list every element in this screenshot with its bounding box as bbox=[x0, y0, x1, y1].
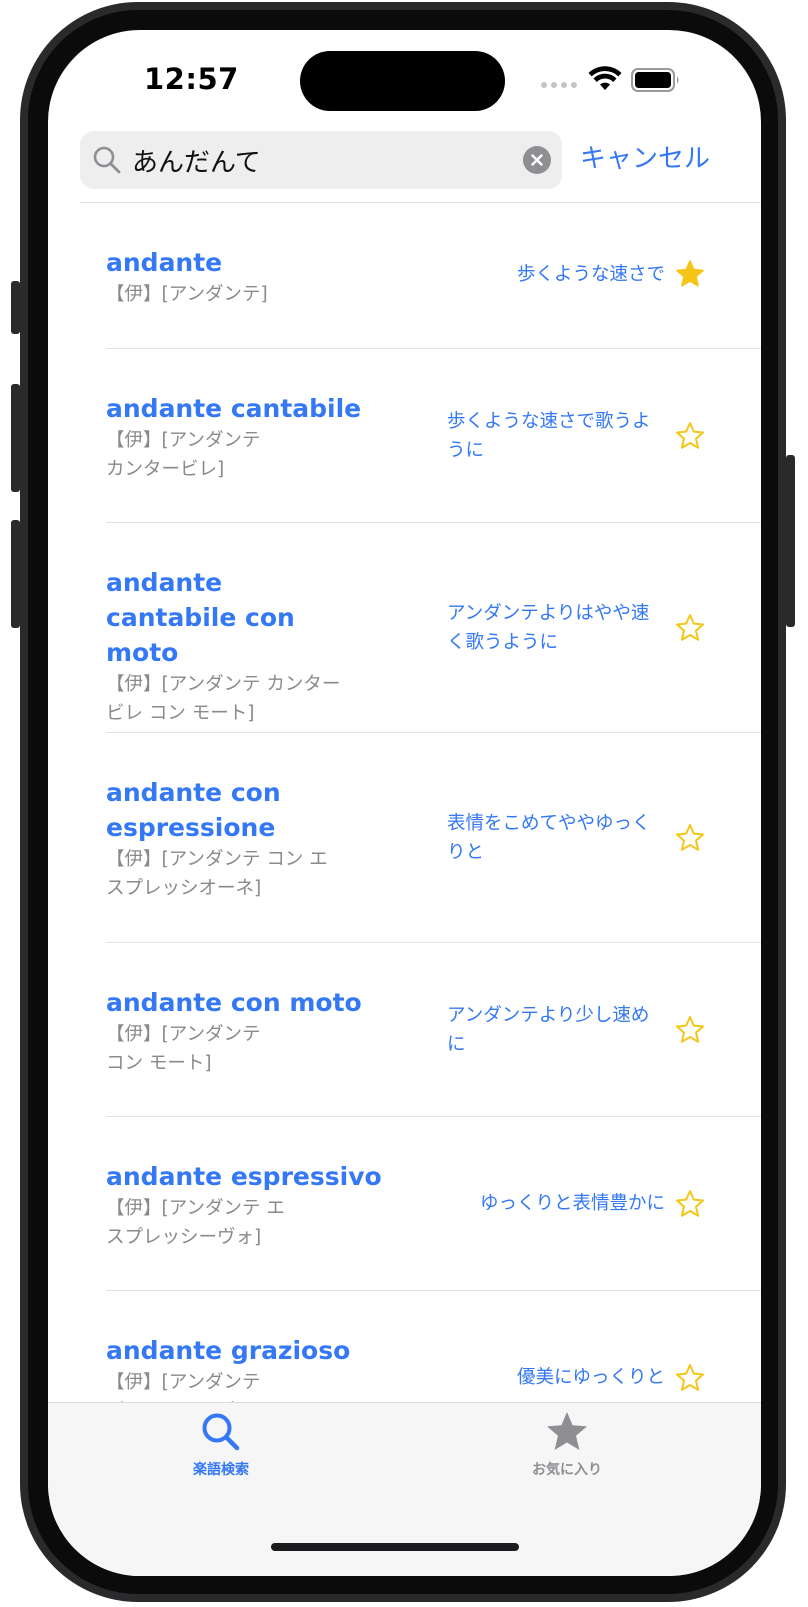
term-reading: 【伊】[アンダンテ] bbox=[106, 284, 268, 305]
search-icon bbox=[93, 146, 121, 174]
term-meaning: 優美にゆっくりと bbox=[516, 1367, 665, 1388]
term-reading: 【伊】[アンダンテ コン モート] bbox=[106, 1024, 261, 1074]
close-icon bbox=[531, 154, 543, 166]
tab-search[interactable]: 楽語検索 bbox=[161, 1411, 281, 1479]
term-meaning: 表情をこめてややゆっくりと bbox=[447, 813, 651, 863]
list-item[interactable]: andante con moto 【伊】[アンダンテ コン モート] アンダンテ… bbox=[106, 943, 761, 1117]
favorite-star-icon[interactable] bbox=[675, 1363, 705, 1393]
star-icon bbox=[547, 1412, 587, 1450]
search-icon bbox=[202, 1413, 240, 1451]
dynamic-island bbox=[300, 51, 505, 111]
silent-switch bbox=[11, 281, 20, 334]
clear-search-button[interactable] bbox=[523, 146, 551, 174]
favorite-star-icon[interactable] bbox=[675, 1015, 705, 1045]
favorite-star-filled-icon[interactable] bbox=[675, 259, 705, 289]
battery-icon bbox=[631, 68, 679, 92]
power-button bbox=[786, 455, 795, 627]
tab-label: 楽語検索 bbox=[193, 1462, 249, 1478]
search-bar[interactable] bbox=[80, 131, 562, 189]
term-title: andante con espressione bbox=[106, 778, 281, 842]
term-reading: 【伊】[アンダンテ エスプレッシーヴォ] bbox=[106, 1198, 285, 1248]
app-screen: 12:57 キャンセル andante 【伊】[アンダンテ] bbox=[48, 30, 761, 1576]
cellular-signal-icon bbox=[541, 82, 577, 88]
term-meaning: アンダンテよりはやや速く歌うように bbox=[447, 603, 650, 653]
wifi-icon bbox=[588, 66, 622, 90]
term-meaning: 歩くような速さで歌うように bbox=[447, 411, 651, 461]
search-input[interactable] bbox=[132, 141, 512, 179]
list-item[interactable]: andante cantabile 【伊】[アンダンテ カンタービレ] 歩くよう… bbox=[106, 349, 761, 523]
term-reading: 【伊】[アンダンテ カンタービレ コン モート] bbox=[106, 674, 341, 724]
favorite-star-icon[interactable] bbox=[675, 823, 705, 853]
term-title: andante con moto bbox=[106, 988, 362, 1017]
volume-down-button bbox=[11, 520, 20, 628]
favorite-star-icon[interactable] bbox=[675, 613, 705, 643]
list-item[interactable]: andante cantabile con moto 【伊】[アンダンテ カンタ… bbox=[106, 523, 761, 733]
cancel-button[interactable]: キャンセル bbox=[580, 138, 710, 175]
status-time: 12:57 bbox=[144, 62, 239, 96]
home-indicator[interactable] bbox=[271, 1543, 519, 1551]
volume-up-button bbox=[11, 384, 20, 492]
list-item[interactable]: andante espressivo 【伊】[アンダンテ エスプレッシーヴォ] … bbox=[106, 1117, 761, 1291]
term-reading: 【伊】[アンダンテ コン エスプレッシオーネ] bbox=[106, 849, 328, 899]
term-meaning: 歩くような速さで bbox=[516, 264, 665, 285]
list-item[interactable]: andante con espressione 【伊】[アンダンテ コン エスプ… bbox=[106, 733, 761, 943]
tab-label: お気に入り bbox=[532, 1462, 602, 1478]
term-reading: 【伊】[アンダンテ カンタービレ] bbox=[106, 430, 261, 480]
favorite-star-icon[interactable] bbox=[675, 1189, 705, 1219]
list-item[interactable]: andante 【伊】[アンダンテ] 歩くような速さで bbox=[106, 203, 761, 349]
term-meaning: ゆっくりと表情豊かに bbox=[479, 1193, 665, 1214]
term-title: andante espressivo bbox=[106, 1162, 382, 1191]
term-title: andante cantabile bbox=[106, 394, 362, 423]
tab-favorites[interactable]: お気に入り bbox=[507, 1411, 627, 1479]
term-meaning: アンダンテより少し速めに bbox=[447, 1005, 650, 1055]
term-title: andante grazioso bbox=[106, 1336, 351, 1365]
results-list[interactable]: andante 【伊】[アンダンテ] 歩くような速さで andante cant… bbox=[48, 203, 761, 1464]
favorite-star-icon[interactable] bbox=[675, 421, 705, 451]
term-title: andante bbox=[106, 248, 223, 277]
term-title: andante cantabile con moto bbox=[106, 568, 295, 667]
